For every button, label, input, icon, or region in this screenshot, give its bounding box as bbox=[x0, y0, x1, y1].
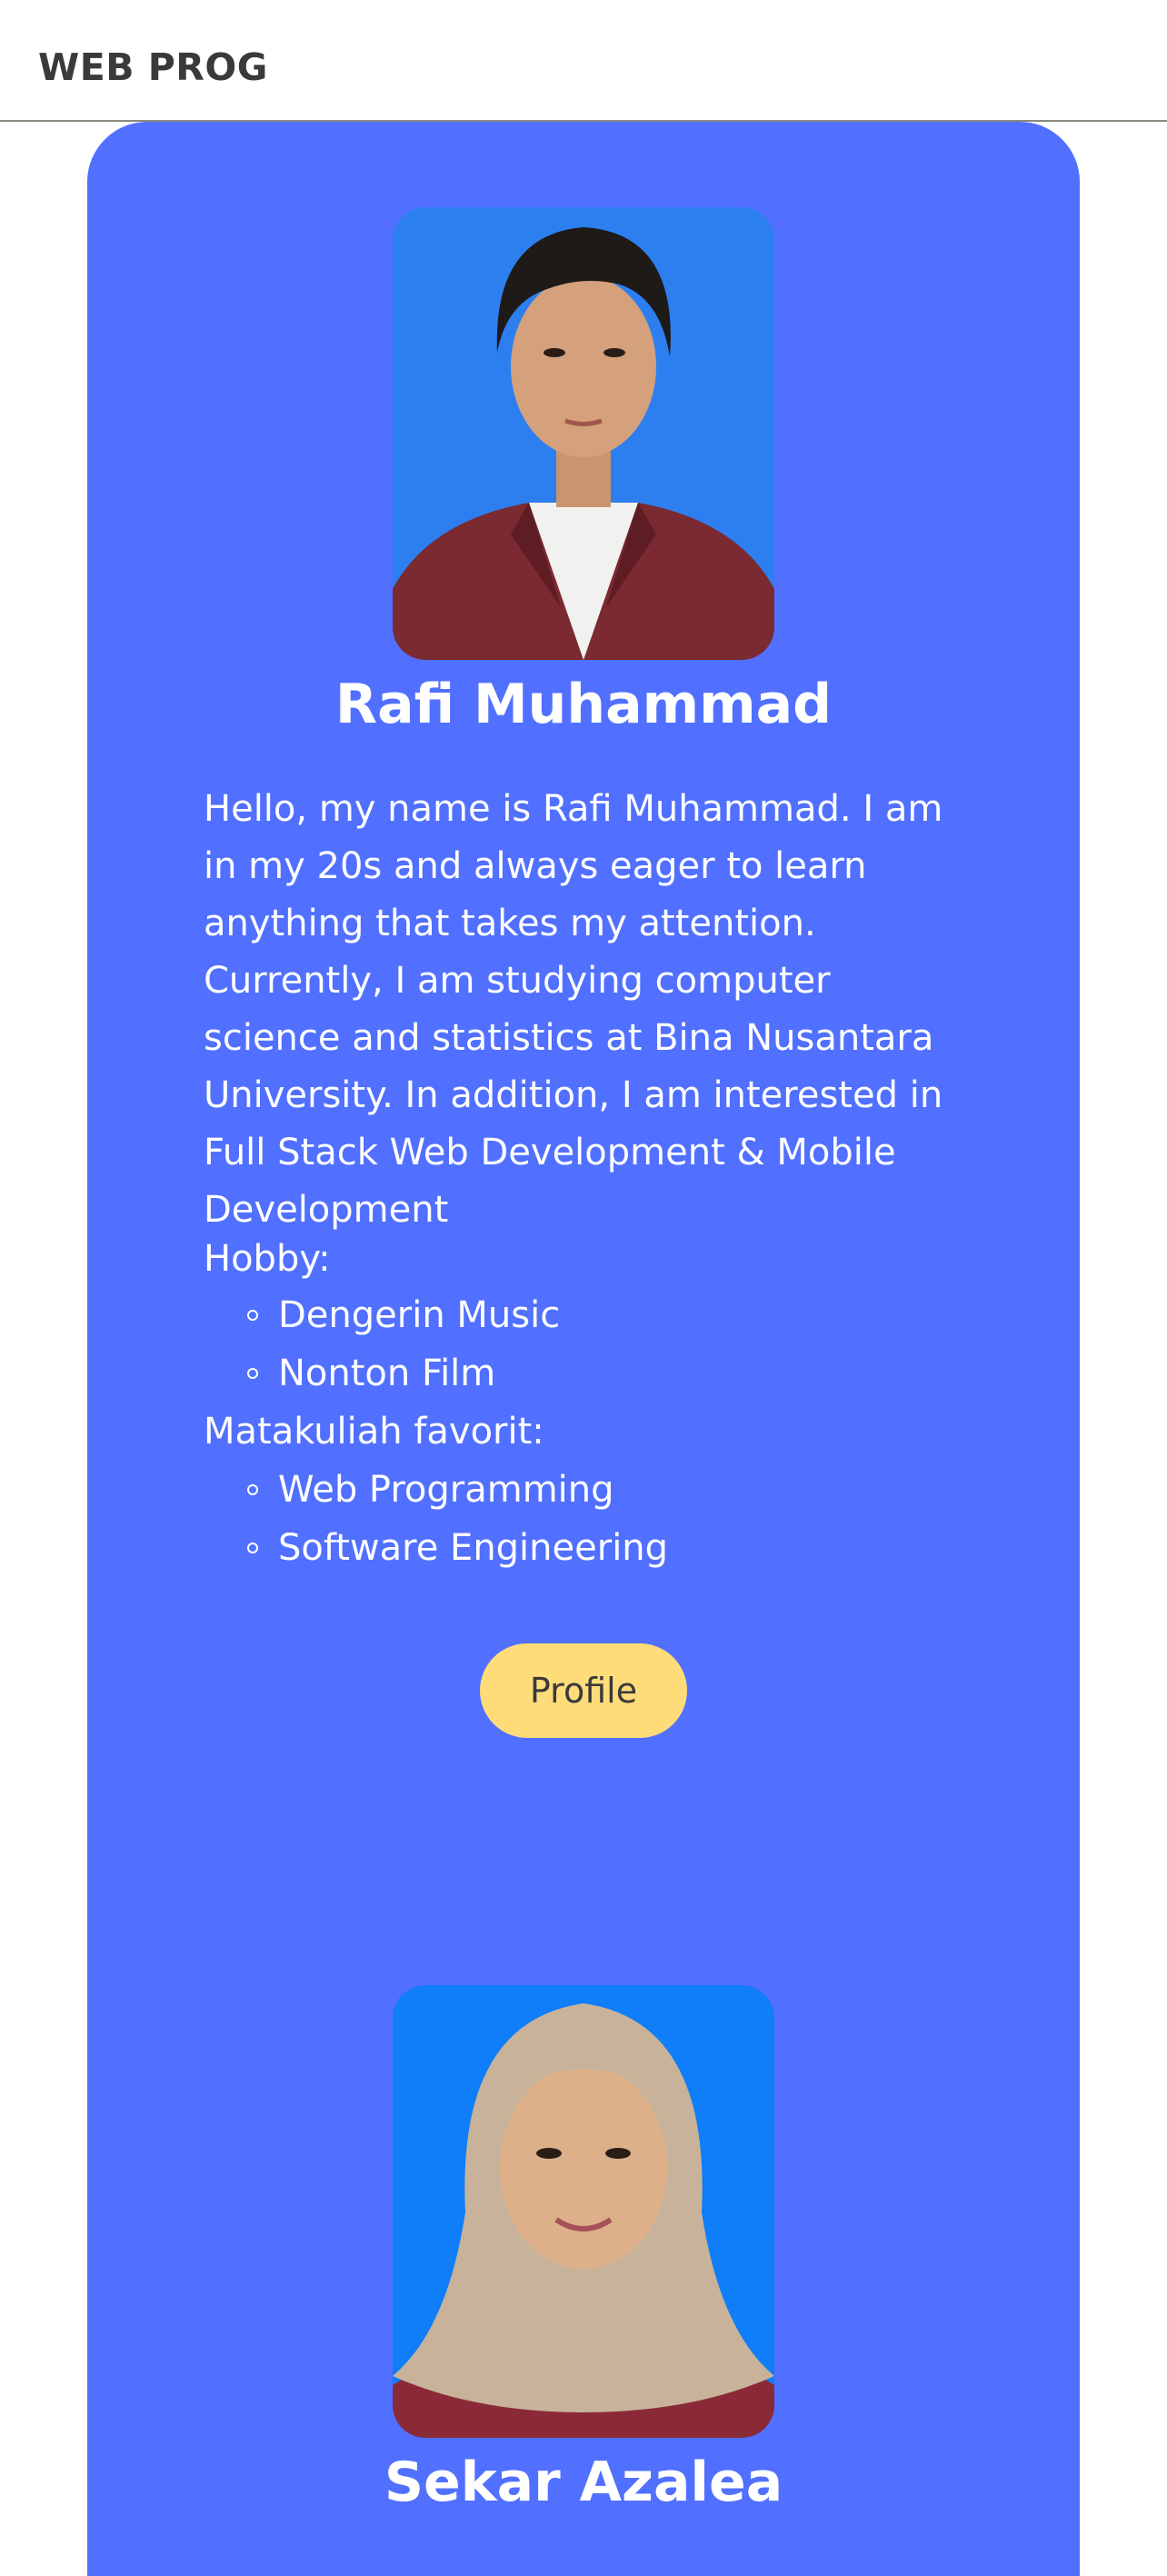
course-list-item: Software Engineering bbox=[247, 1527, 668, 1569]
profile-name: Rafi Muhammad bbox=[334, 673, 833, 736]
hobby-text: Dengerin Music bbox=[278, 1294, 561, 1336]
hobby-label: Hobby: bbox=[204, 1238, 331, 1280]
profile-card-container: Rafi Muhammad Hello, my name is Rafi Muh… bbox=[87, 122, 1080, 2576]
profile-bio: Hello, my name is Rafi Muhammad. I am in… bbox=[204, 788, 943, 1231]
hobby-text: Nonton Film bbox=[278, 1353, 496, 1394]
course-text: Software Engineering bbox=[278, 1527, 669, 1569]
profile-photo-rafi bbox=[393, 207, 774, 660]
course-text: Web Programming bbox=[278, 1469, 614, 1511]
hobby-list-item: Nonton Film bbox=[247, 1353, 495, 1394]
courses-label: Matakuliah favorit: bbox=[204, 1411, 544, 1453]
hobby-list-item: Dengerin Music bbox=[247, 1294, 560, 1336]
brand-logo[interactable]: WEB PROG bbox=[38, 45, 268, 89]
bullet-icon bbox=[247, 1310, 258, 1321]
bullet-icon bbox=[247, 1484, 258, 1495]
bullet-icon bbox=[247, 1543, 258, 1553]
profile-photo-sekar bbox=[393, 1985, 774, 2438]
profile-name: Sekar Azalea bbox=[384, 2451, 783, 2514]
navbar: WEB PROG bbox=[0, 0, 1167, 122]
course-list-item: Web Programming bbox=[247, 1469, 614, 1511]
bullet-icon bbox=[247, 1368, 258, 1379]
profile-button[interactable]: Profile bbox=[480, 1643, 687, 1738]
